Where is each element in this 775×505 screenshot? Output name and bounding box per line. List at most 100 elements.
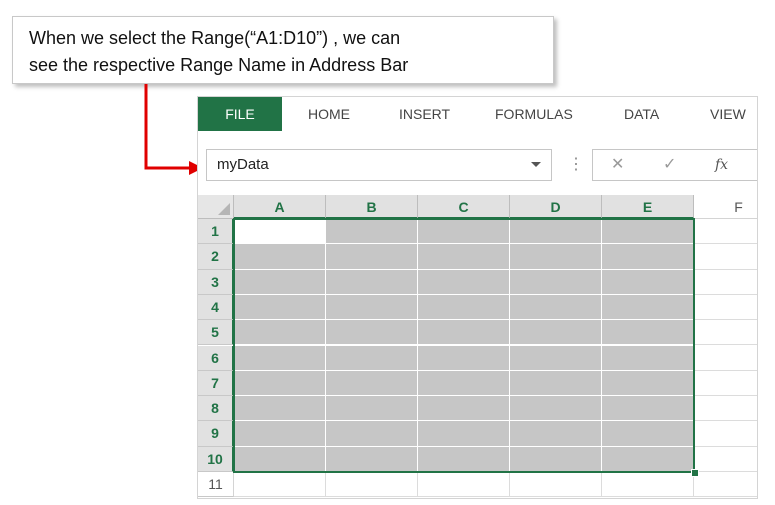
cell-c9[interactable]: [418, 421, 510, 447]
check-icon[interactable]: ✓: [663, 150, 676, 180]
cell-a2[interactable]: [234, 244, 326, 270]
cell-b9[interactable]: [326, 421, 418, 447]
cell-f6[interactable]: [694, 345, 757, 371]
tab-file[interactable]: FILE: [198, 97, 282, 131]
cell-d7[interactable]: [510, 370, 602, 397]
cell-c5[interactable]: [418, 320, 510, 346]
row-header-3[interactable]: 3: [198, 269, 234, 295]
cell-b6[interactable]: [326, 345, 418, 371]
cell-e5[interactable]: [602, 320, 694, 346]
row-header-4[interactable]: 4: [198, 294, 234, 321]
cell-d5[interactable]: [510, 320, 602, 346]
cell-a6[interactable]: [234, 345, 326, 371]
cell-e8[interactable]: [602, 396, 694, 422]
cell-c1[interactable]: [418, 219, 510, 245]
cell-e6[interactable]: [602, 345, 694, 371]
row-header-8[interactable]: 8: [198, 396, 234, 422]
cell-c7[interactable]: [418, 370, 510, 397]
cell-e1[interactable]: [602, 219, 694, 245]
cell-f1[interactable]: [694, 219, 757, 245]
cell-d8[interactable]: [510, 396, 602, 422]
column-header-e[interactable]: E: [602, 195, 694, 219]
cell-c11[interactable]: [418, 472, 510, 498]
column-header-c[interactable]: C: [418, 195, 510, 219]
cell-f2[interactable]: [694, 244, 757, 270]
row-header-9[interactable]: 9: [198, 421, 234, 447]
cell-b2[interactable]: [326, 244, 418, 270]
column-header-b[interactable]: B: [326, 195, 418, 219]
tab-data[interactable]: DATA: [624, 97, 659, 131]
cell-f8[interactable]: [694, 396, 757, 422]
cell-a8[interactable]: [234, 396, 326, 422]
row-header-1[interactable]: 1: [198, 219, 234, 245]
cell-c2[interactable]: [418, 244, 510, 270]
cell-d11[interactable]: [510, 472, 602, 498]
cell-d6[interactable]: [510, 345, 602, 371]
cell-e4[interactable]: [602, 294, 694, 321]
cell-d4[interactable]: [510, 294, 602, 321]
name-box[interactable]: myData: [206, 149, 552, 181]
cell-c6[interactable]: [418, 345, 510, 371]
excel-window: FILE HOME INSERT FORMULAS DATA VIEW myDa…: [197, 96, 758, 499]
cell-a9[interactable]: [234, 421, 326, 447]
cell-a3[interactable]: [234, 269, 326, 295]
cell-a4[interactable]: [234, 294, 326, 321]
tab-view[interactable]: VIEW: [710, 97, 746, 131]
cell-f9[interactable]: [694, 421, 757, 447]
column-header-a[interactable]: A: [234, 195, 326, 219]
cell-e11[interactable]: [602, 472, 694, 498]
select-all-corner[interactable]: [198, 195, 234, 219]
tab-formulas[interactable]: FORMULAS: [495, 97, 573, 131]
row-header-2[interactable]: 2: [198, 244, 234, 270]
row-header-7[interactable]: 7: [198, 370, 234, 397]
cell-c10[interactable]: [418, 446, 510, 472]
fill-handle[interactable]: [691, 469, 699, 477]
cell-d2[interactable]: [510, 244, 602, 270]
cell-c8[interactable]: [418, 396, 510, 422]
row-header-10[interactable]: 10: [198, 446, 234, 472]
cell-a7[interactable]: [234, 370, 326, 397]
chevron-down-icon[interactable]: [531, 162, 541, 167]
column-header-d[interactable]: D: [510, 195, 602, 219]
cell-a10[interactable]: [234, 446, 326, 472]
row-header-11[interactable]: 11: [198, 472, 234, 498]
cell-c3[interactable]: [418, 269, 510, 295]
cell-e7[interactable]: [602, 370, 694, 397]
cell-b5[interactable]: [326, 320, 418, 346]
cell-b3[interactable]: [326, 269, 418, 295]
cell-a1[interactable]: [234, 219, 326, 245]
row-header-5[interactable]: 5: [198, 320, 234, 346]
tab-insert[interactable]: INSERT: [399, 97, 450, 131]
cell-a11[interactable]: [234, 472, 326, 498]
row-header-6[interactable]: 6: [198, 345, 234, 371]
resize-handle-icon[interactable]: ⋮: [568, 155, 584, 175]
cell-d3[interactable]: [510, 269, 602, 295]
cancel-icon[interactable]: ✕: [611, 150, 624, 180]
cell-b11[interactable]: [326, 472, 418, 498]
cell-e2[interactable]: [602, 244, 694, 270]
cell-e10[interactable]: [602, 446, 694, 472]
cell-b10[interactable]: [326, 446, 418, 472]
cell-f5[interactable]: [694, 320, 757, 346]
cell-e3[interactable]: [602, 269, 694, 295]
tab-home[interactable]: HOME: [308, 97, 350, 131]
cell-f7[interactable]: [694, 370, 757, 397]
cell-a5[interactable]: [234, 320, 326, 346]
cell-f10[interactable]: [694, 446, 757, 472]
insert-function-icon[interactable]: fx: [715, 150, 728, 180]
cell-b7[interactable]: [326, 370, 418, 397]
cell-e9[interactable]: [602, 421, 694, 447]
cell-b4[interactable]: [326, 294, 418, 321]
column-header-f[interactable]: F: [694, 195, 757, 219]
cell-f4[interactable]: [694, 294, 757, 321]
cell-d9[interactable]: [510, 421, 602, 447]
cell-d1[interactable]: [510, 219, 602, 245]
callout-line-2: see the respective Range Name in Address…: [29, 55, 409, 75]
formula-input-area[interactable]: ✕ ✓ fx: [592, 149, 757, 181]
cell-f3[interactable]: [694, 269, 757, 295]
cell-b8[interactable]: [326, 396, 418, 422]
cell-d10[interactable]: [510, 446, 602, 472]
cell-c4[interactable]: [418, 294, 510, 321]
cell-f11[interactable]: [694, 472, 757, 498]
cell-b1[interactable]: [326, 219, 418, 245]
